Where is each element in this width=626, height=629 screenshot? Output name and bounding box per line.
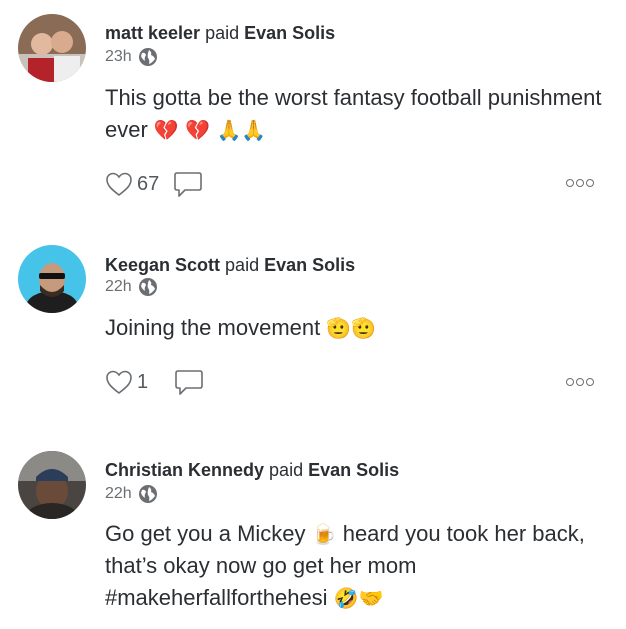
- avatar[interactable]: [18, 245, 86, 313]
- payment-verb: paid: [269, 460, 304, 480]
- post-note: This gotta be the worst fantasy football…: [105, 82, 610, 146]
- feed-item-1: matt keeler paid Evan Solis 23h This got…: [0, 0, 626, 220]
- payment-verb: paid: [205, 23, 240, 43]
- globe-icon: [138, 47, 158, 67]
- comment-button[interactable]: [173, 170, 203, 198]
- post-actions: 67: [105, 170, 203, 198]
- globe-icon: [138, 484, 158, 504]
- post-note: Go get you a Mickey 🍺 heard you took her…: [105, 518, 610, 614]
- timestamp: 23h: [105, 48, 132, 65]
- payee-name[interactable]: Evan Solis: [244, 23, 335, 43]
- comment-icon: [174, 368, 204, 396]
- more-icon: [566, 378, 574, 386]
- heart-icon: [105, 369, 133, 395]
- beer-emoji: 🍺: [311, 522, 337, 546]
- payment-header: Christian Kennedy paid Evan Solis: [105, 459, 399, 481]
- post-meta: 22h: [105, 484, 158, 504]
- feed-item-2: Keegan Scott paid Evan Solis 22h Joining…: [0, 230, 626, 430]
- payment-verb: paid: [225, 255, 260, 275]
- more-icon: [566, 179, 574, 187]
- payer-name[interactable]: Christian Kennedy: [105, 460, 264, 480]
- avatar-photo: [18, 451, 86, 519]
- heart-icon: [105, 171, 133, 197]
- avatar[interactable]: [18, 451, 86, 519]
- like-count: 1: [137, 370, 149, 393]
- payment-header: Keegan Scott paid Evan Solis: [105, 254, 355, 276]
- avatar-photo: [18, 14, 86, 82]
- more-options-button[interactable]: [566, 378, 594, 386]
- timestamp: 22h: [105, 485, 132, 502]
- more-options-button[interactable]: [566, 179, 594, 187]
- payment-header: matt keeler paid Evan Solis: [105, 22, 335, 44]
- payee-name[interactable]: Evan Solis: [264, 255, 355, 275]
- payee-name[interactable]: Evan Solis: [308, 460, 399, 480]
- note-emoji: 🫡🫡: [326, 316, 377, 340]
- timestamp: 22h: [105, 278, 132, 295]
- note-text-part1: Go get you a Mickey: [105, 521, 306, 546]
- post-actions: 1: [105, 368, 204, 396]
- avatar-photo: [18, 245, 86, 313]
- like-button[interactable]: 1: [105, 369, 148, 395]
- note-emoji: 💔 💔 🙏🙏: [153, 118, 267, 142]
- like-count: 67: [137, 172, 160, 195]
- feed-item-3: Christian Kennedy paid Evan Solis 22h Go…: [0, 440, 626, 629]
- note-text: Joining the movement: [105, 315, 321, 340]
- globe-icon: [138, 277, 158, 297]
- post-meta: 23h: [105, 47, 158, 67]
- payer-name[interactable]: matt keeler: [105, 23, 200, 43]
- comment-icon: [173, 170, 203, 198]
- like-button[interactable]: 67: [105, 171, 159, 197]
- comment-button[interactable]: [174, 368, 204, 396]
- post-note: Joining the movement 🫡🫡: [105, 312, 610, 344]
- payer-name[interactable]: Keegan Scott: [105, 255, 220, 275]
- avatar[interactable]: [18, 14, 86, 82]
- post-meta: 22h: [105, 277, 158, 297]
- note-emoji: 🤣🤝: [333, 586, 384, 610]
